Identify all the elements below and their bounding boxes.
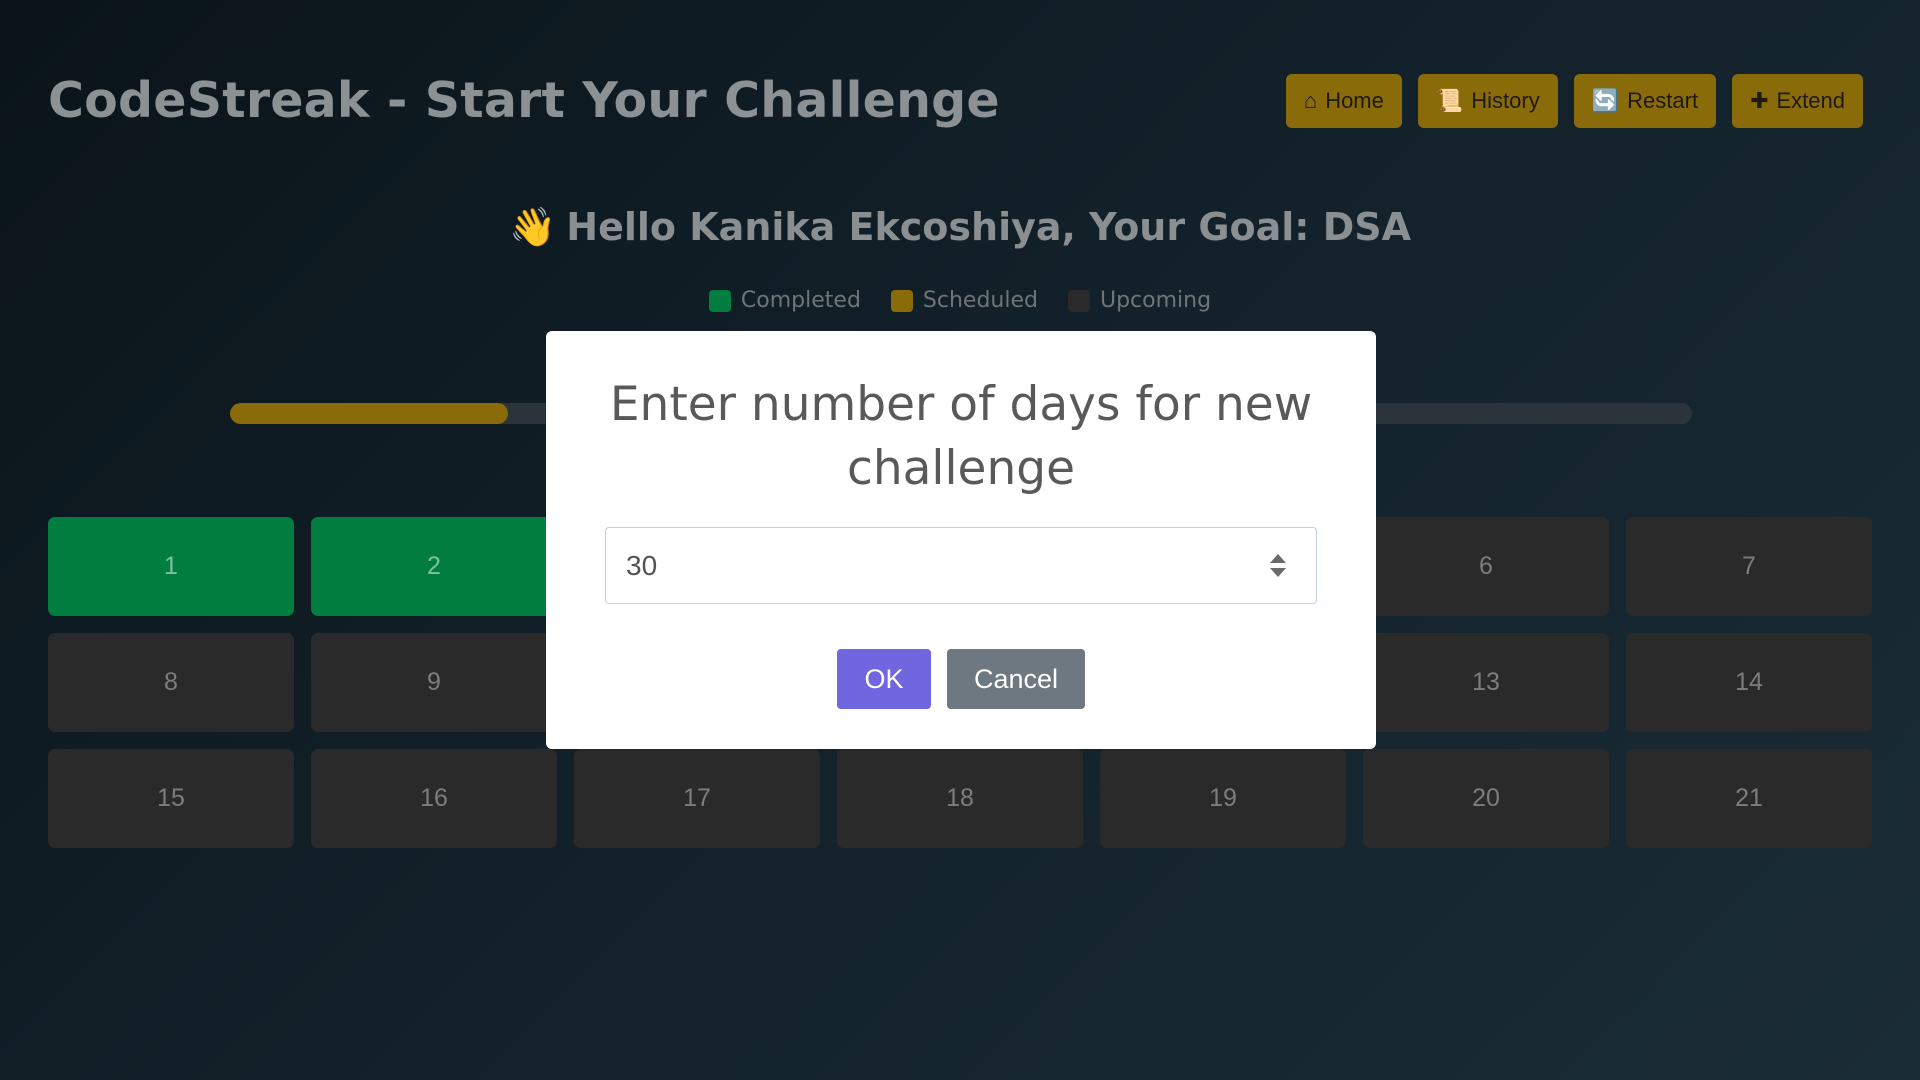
ok-button[interactable]: OK <box>837 649 931 709</box>
dialog-actions: OK Cancel <box>546 649 1376 709</box>
days-input-container <box>605 527 1317 604</box>
modal-backdrop: Enter number of days for new challenge O… <box>0 0 1920 1080</box>
dialog-title: Enter number of days for new challenge <box>609 377 1313 496</box>
cancel-button[interactable]: Cancel <box>947 649 1085 709</box>
days-stepper[interactable] <box>1258 554 1298 577</box>
stepper-down-icon[interactable] <box>1270 568 1286 577</box>
new-challenge-dialog: Enter number of days for new challenge O… <box>546 331 1376 749</box>
stepper-up-icon[interactable] <box>1270 554 1286 563</box>
days-input[interactable] <box>606 549 1258 582</box>
